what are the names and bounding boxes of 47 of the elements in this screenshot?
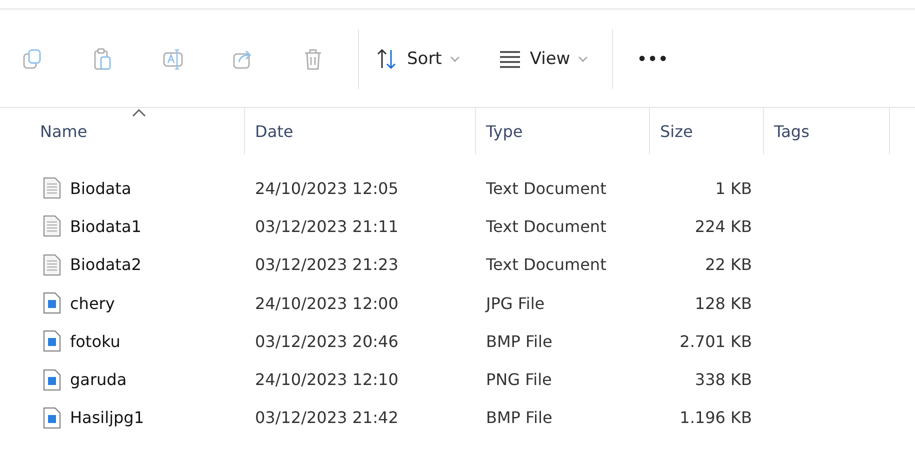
file-name[interactable]: chery xyxy=(70,294,115,313)
text-file-icon xyxy=(43,215,61,238)
table-cell: BMP File xyxy=(486,408,552,428)
more-button[interactable]: ••• xyxy=(633,46,673,72)
table-cell: 24/10/2023 12:00 xyxy=(255,294,398,313)
rename-icon xyxy=(161,46,185,70)
sort-menu-button[interactable]: Sort xyxy=(371,42,464,74)
lines-icon xyxy=(498,48,522,68)
file-name[interactable]: Biodata2 xyxy=(70,255,142,274)
table-cell: 1.196 KB xyxy=(680,408,752,428)
table-cell: 338 KB xyxy=(694,370,752,390)
image-file-icon xyxy=(43,406,61,429)
file-name[interactable]: fotoku xyxy=(70,332,120,351)
text-file-icon xyxy=(43,254,61,276)
text-file-icon xyxy=(43,177,61,200)
chevron-icon xyxy=(450,56,460,62)
table-cell: Text Document xyxy=(486,255,606,274)
column-header[interactable]: Tags xyxy=(774,122,810,141)
file-name[interactable]: garuda xyxy=(70,370,127,390)
table-cell: 1 KB xyxy=(715,178,752,198)
table-cell: 03/12/2023 20:46 xyxy=(255,332,398,351)
image-file-icon xyxy=(43,330,61,352)
table-cell: 128 KB xyxy=(694,294,752,313)
table-cell: 24/10/2023 12:05 xyxy=(255,178,398,198)
table-cell: 224 KB xyxy=(694,216,752,236)
table-cell: 24/10/2023 12:10 xyxy=(255,370,398,390)
table-cell: JPG File xyxy=(486,294,545,313)
table-cell: 03/12/2023 21:11 xyxy=(255,216,398,236)
table-cell: 03/12/2023 21:42 xyxy=(255,408,398,428)
table-cell: PNG File xyxy=(486,370,552,390)
table-cell: BMP File xyxy=(486,332,552,351)
file-name[interactable]: Biodata1 xyxy=(70,216,142,236)
table-cell: Text Document xyxy=(486,216,606,236)
table-cell: 22 KB xyxy=(705,255,752,274)
table-cell: Text Document xyxy=(486,178,606,198)
column-header[interactable]: Date xyxy=(255,122,294,141)
column-header[interactable]: Name xyxy=(40,122,88,141)
table-cell: 03/12/2023 21:23 xyxy=(255,255,398,274)
view-menu-button[interactable]: View xyxy=(494,44,592,72)
table-cell: 2.701 KB xyxy=(680,332,752,351)
image-file-icon xyxy=(43,368,61,391)
image-file-icon xyxy=(43,292,61,314)
file-name[interactable]: Hasiljpg1 xyxy=(70,408,144,428)
chevron-icon xyxy=(578,56,588,62)
column-header[interactable]: Size xyxy=(660,122,693,141)
column-header[interactable]: Type xyxy=(486,122,523,141)
file-name[interactable]: Biodata xyxy=(70,178,132,198)
